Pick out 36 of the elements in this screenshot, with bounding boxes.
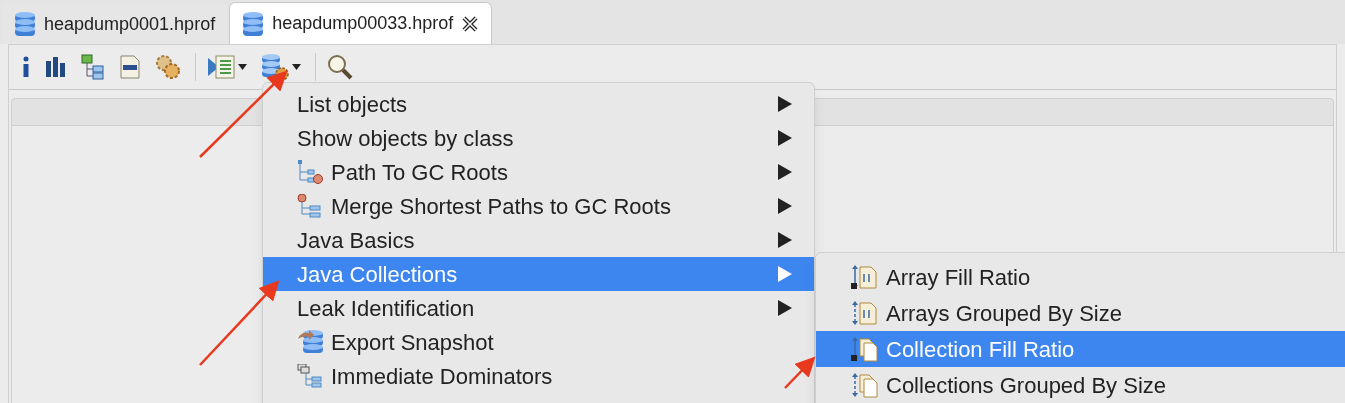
menu-item[interactable]: Show objects by class	[263, 121, 814, 155]
close-icon[interactable]	[461, 14, 480, 33]
menu-item[interactable]: Merge Shortest Paths to GC Roots	[263, 189, 814, 223]
size-arrow-document-icon	[850, 372, 878, 398]
menu-item[interactable]: Arrays Grouped By Size	[816, 295, 1345, 331]
menu-item[interactable]: List objects	[263, 87, 814, 121]
dropdown-caret-icon[interactable]	[292, 64, 301, 70]
run-list-icon[interactable]	[207, 55, 235, 79]
size-arrow-document-icon	[850, 336, 878, 362]
dropdown-caret-icon[interactable]	[238, 64, 247, 70]
database-icon	[242, 10, 265, 37]
menu-item[interactable]: Java Collections	[263, 257, 814, 291]
bar-chart-icon[interactable]	[45, 57, 67, 77]
tree-node-icon	[297, 194, 323, 218]
document-icon[interactable]	[119, 55, 141, 79]
menu-item[interactable]: Export Snapshot	[263, 325, 814, 359]
menu-item[interactable]: Collection Fill Ratio	[816, 331, 1345, 367]
tree-node-icon	[297, 160, 323, 184]
menu-item[interactable]: Leak Identification	[263, 291, 814, 325]
size-arrow-document-icon	[850, 264, 878, 290]
menu-item[interactable]: Path To GC Roots	[263, 155, 814, 189]
tree-node-icon	[297, 364, 323, 388]
menu-item[interactable]: Array Fill Ratio	[816, 259, 1345, 295]
menu-item[interactable]: Collections Grouped By Size	[816, 367, 1345, 403]
database-gear-icon[interactable]	[261, 53, 289, 81]
database-icon	[14, 11, 36, 37]
search-icon[interactable]	[327, 54, 353, 80]
size-arrow-document-icon	[850, 300, 878, 326]
menu-item[interactable]: Java Basics	[263, 223, 814, 257]
database-export-icon	[297, 329, 325, 355]
tab[interactable]: heapdump00033.hprof	[229, 2, 493, 44]
tree-icon[interactable]	[81, 54, 105, 80]
gears-icon[interactable]	[155, 54, 181, 80]
menu-item[interactable]: Immediate Dominators	[263, 359, 814, 393]
info-icon[interactable]	[21, 56, 31, 78]
annotation-arrow	[784, 356, 816, 389]
